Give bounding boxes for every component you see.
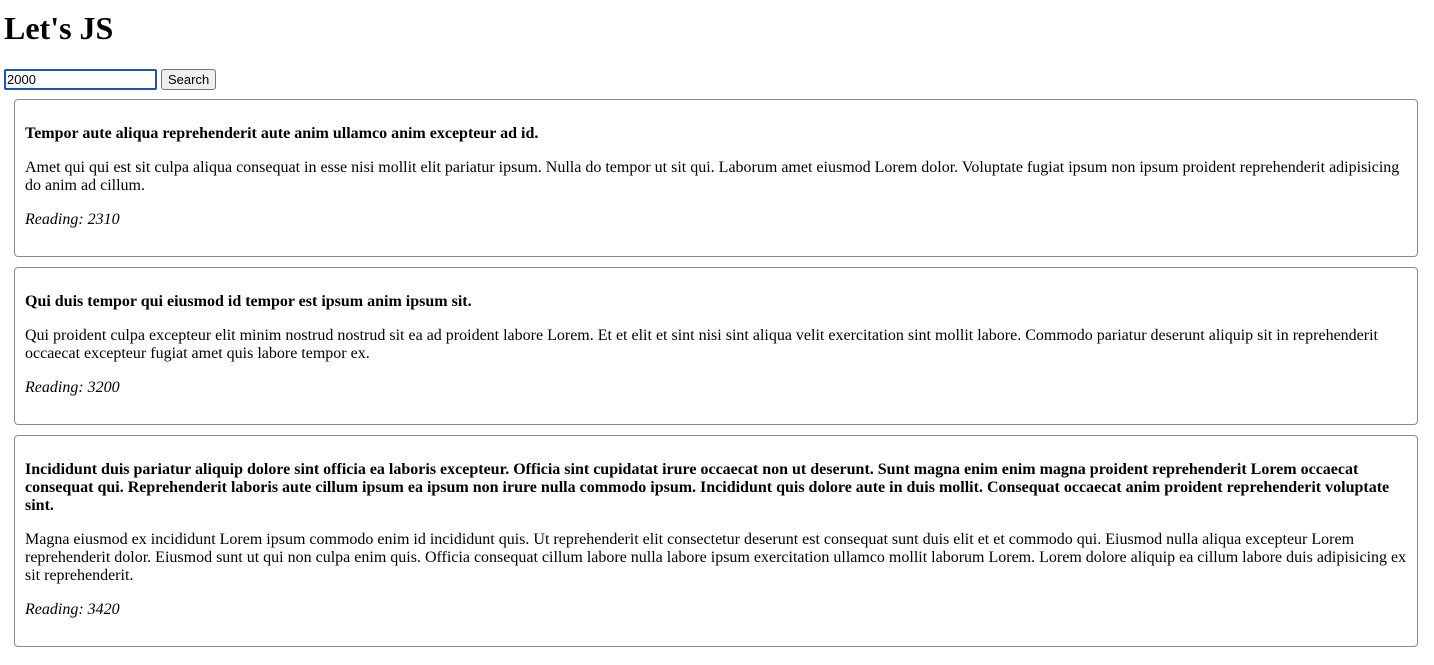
page: Let's JS Search Tempor aute aliqua repre…	[0, 9, 1434, 647]
post-reading: Reading: 2310	[25, 211, 1407, 229]
post-card: Incididunt duis pariatur aliquip dolore …	[14, 435, 1418, 647]
reading-label: Reading:	[25, 211, 84, 228]
post-body: Magna eiusmod ex incididunt Lorem ipsum …	[25, 531, 1407, 584]
reading-value: 3200	[87, 379, 120, 396]
post-body: Amet qui qui est sit culpa aliqua conseq…	[25, 159, 1400, 194]
post-reading: Reading: 3200	[25, 379, 1407, 397]
post-card: Tempor aute aliqua reprehenderit aute an…	[14, 99, 1418, 257]
search-bar: Search	[4, 68, 1430, 90]
post-body: Qui proident culpa excepteur elit minim …	[25, 327, 1378, 362]
search-input[interactable]	[4, 68, 157, 90]
page-title: Let's JS	[4, 10, 114, 46]
post-reading: Reading: 3420	[25, 601, 1407, 619]
search-button[interactable]: Search	[161, 68, 217, 90]
post-list: Tempor aute aliqua reprehenderit aute an…	[4, 99, 1430, 647]
post-card: Qui duis tempor qui eiusmod id tempor es…	[14, 267, 1418, 425]
post-title: Qui duis tempor qui eiusmod id tempor es…	[25, 293, 472, 310]
reading-value: 2310	[87, 211, 120, 228]
reading-label: Reading:	[25, 379, 84, 396]
reading-label: Reading:	[25, 601, 84, 618]
post-title: Tempor aute aliqua reprehenderit aute an…	[25, 125, 539, 142]
post-title: Incididunt duis pariatur aliquip dolore …	[25, 461, 1390, 514]
reading-value: 3420	[87, 601, 120, 618]
